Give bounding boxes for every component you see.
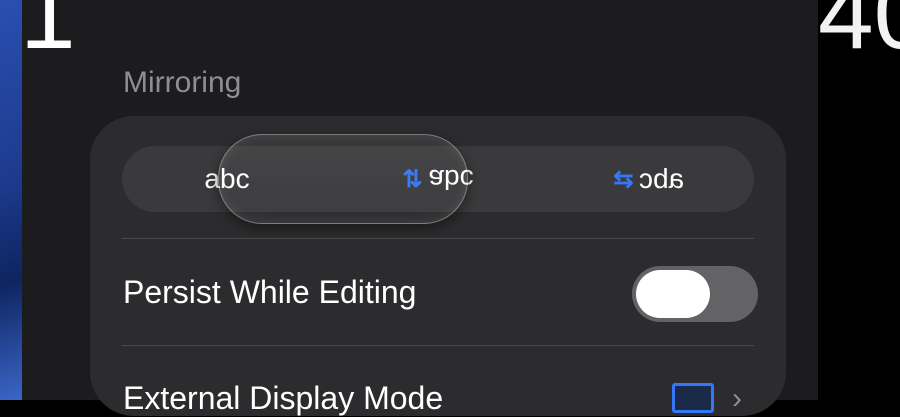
toggle-knob bbox=[636, 270, 710, 318]
persist-while-editing-toggle[interactable] bbox=[632, 266, 758, 322]
display-icon bbox=[672, 383, 714, 413]
segment-flip-horizontal-label: abc bbox=[639, 163, 685, 194]
segment-selection-lens[interactable] bbox=[218, 134, 468, 224]
divider bbox=[122, 238, 754, 239]
chevron-right-icon[interactable]: › bbox=[732, 382, 742, 416]
segment-flip-horizontal[interactable]: ⇆ abc bbox=[544, 146, 754, 212]
flip-horizontal-arrows-icon: ⇆ bbox=[613, 165, 634, 193]
persist-while-editing-label: Persist While Editing bbox=[123, 274, 417, 310]
clock-fragment-left: 1 bbox=[20, 0, 76, 70]
divider bbox=[122, 345, 754, 346]
external-display-mode-label[interactable]: External Display Mode bbox=[123, 380, 443, 417]
section-title-mirroring: Mirroring bbox=[123, 66, 242, 99]
wallpaper bbox=[0, 0, 22, 400]
clock-fragment-right: 40 bbox=[818, 0, 900, 70]
